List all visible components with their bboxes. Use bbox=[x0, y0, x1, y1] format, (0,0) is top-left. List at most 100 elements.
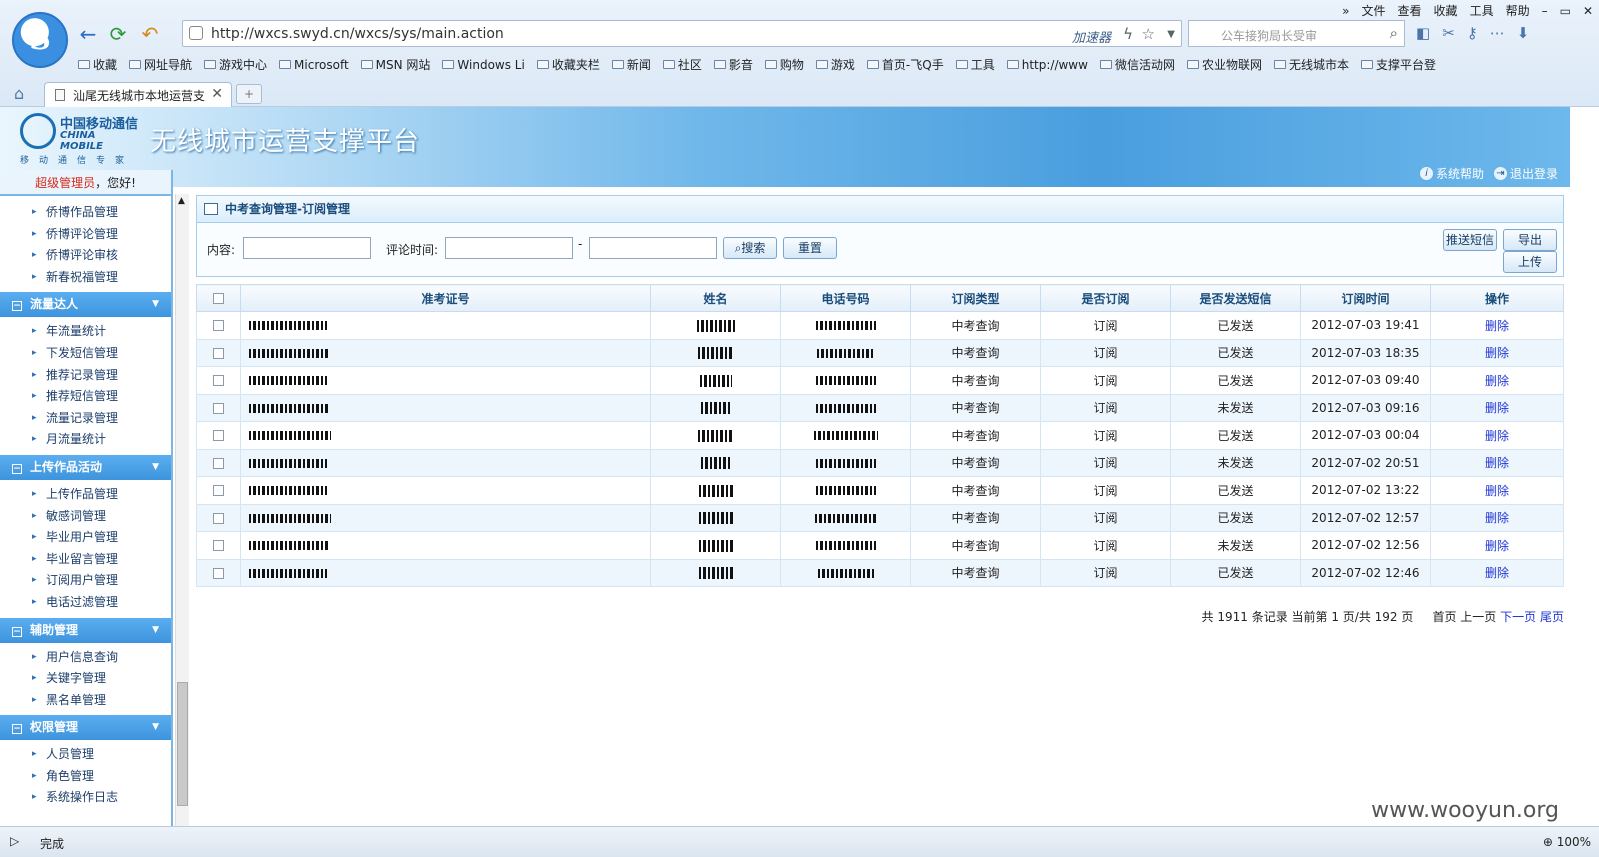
delete-link[interactable]: 删除 bbox=[1485, 511, 1509, 525]
row-checkbox[interactable] bbox=[213, 320, 224, 332]
help-link[interactable]: i 系统帮助 bbox=[1419, 165, 1484, 182]
sidebar-item[interactable]: 人员管理 bbox=[0, 744, 171, 766]
sidebar-item[interactable]: 角色管理 bbox=[0, 766, 171, 788]
delete-link[interactable]: 删除 bbox=[1485, 566, 1509, 580]
bookmark-item[interactable]: http://www bbox=[1006, 56, 1088, 73]
send-sms-button[interactable]: 推送短信 bbox=[1443, 229, 1497, 251]
pin-icon[interactable]: ◧ bbox=[1416, 24, 1430, 42]
sidebar-item[interactable]: 月流量统计 bbox=[0, 429, 171, 451]
menu-view[interactable]: 查看 bbox=[1392, 2, 1428, 20]
sidebar-item[interactable]: 新春祝福管理 bbox=[0, 267, 171, 289]
bookmark-item[interactable]: 购物 bbox=[764, 56, 804, 73]
menu-file[interactable]: 文件 bbox=[1356, 2, 1392, 20]
bookmark-item[interactable]: Microsoft bbox=[279, 56, 349, 73]
row-checkbox[interactable] bbox=[213, 375, 224, 387]
upload-button[interactable]: 上传 bbox=[1503, 251, 1557, 273]
bookmark-item[interactable]: 微信活动网 bbox=[1099, 56, 1175, 73]
reset-button[interactable]: 重置 bbox=[783, 237, 837, 259]
star-icon[interactable]: ☆ bbox=[1142, 25, 1155, 43]
accelerator-label[interactable]: 加速器 bbox=[1072, 27, 1111, 46]
menu-more[interactable]: » bbox=[1336, 2, 1355, 20]
row-checkbox[interactable] bbox=[213, 485, 224, 497]
scroll-up-icon[interactable]: ▲ bbox=[178, 196, 185, 206]
bookmark-item[interactable]: MSN 网站 bbox=[360, 56, 430, 73]
bookmark-item[interactable]: 收藏夹栏 bbox=[536, 56, 600, 73]
search-button[interactable]: ⌕搜索 bbox=[723, 237, 777, 259]
bookmark-item[interactable]: 影音 bbox=[713, 56, 753, 73]
active-tab[interactable]: 汕尾无线城市本地运营支 ✕ bbox=[44, 82, 232, 107]
sidebar-group-header[interactable]: − 流量达人 ▼ bbox=[0, 292, 171, 318]
sidebar-group-header[interactable]: − 辅助管理 ▼ bbox=[0, 617, 171, 643]
sidebar-item[interactable]: 侨博评论管理 bbox=[0, 224, 171, 246]
delete-link[interactable]: 删除 bbox=[1485, 456, 1509, 470]
delete-link[interactable]: 删除 bbox=[1485, 374, 1509, 388]
chevron-down-icon[interactable]: ▼ bbox=[1167, 29, 1175, 40]
delete-link[interactable]: 删除 bbox=[1485, 319, 1509, 333]
sidebar-item[interactable]: 敏感词管理 bbox=[0, 506, 171, 528]
bookmark-item[interactable]: 工具 bbox=[955, 56, 995, 73]
sidebar-scrollbar[interactable]: ▲ bbox=[175, 194, 189, 826]
bookmark-item[interactable]: 农业物联网 bbox=[1186, 56, 1262, 73]
row-checkbox[interactable] bbox=[213, 512, 224, 524]
more-icon[interactable]: ⋯ bbox=[1490, 24, 1505, 42]
bookmark-item[interactable]: 支撑平台登 bbox=[1360, 56, 1436, 73]
zoom-level[interactable]: ⊕ 100% bbox=[1543, 835, 1591, 849]
pager-last[interactable]: 尾页 bbox=[1540, 610, 1564, 624]
menu-favorites[interactable]: 收藏 bbox=[1428, 2, 1464, 20]
logout-link[interactable]: ⇥ 退出登录 bbox=[1493, 165, 1558, 182]
delete-link[interactable]: 删除 bbox=[1485, 346, 1509, 360]
back-icon[interactable]: ← bbox=[76, 24, 100, 44]
bookmark-item[interactable]: 网址导航 bbox=[129, 56, 192, 73]
sidebar-item[interactable]: 上传作品管理 bbox=[0, 484, 171, 506]
download-icon[interactable]: ⬇ bbox=[1517, 24, 1530, 42]
sidebar-item[interactable]: 年流量统计 bbox=[0, 321, 171, 343]
sidebar-item[interactable]: 系统操作日志 bbox=[0, 787, 171, 809]
sidebar-item[interactable]: 关键字管理 bbox=[0, 668, 171, 690]
sidebar-item[interactable]: 毕业留言管理 bbox=[0, 549, 171, 571]
address-bar[interactable]: http://wxcs.swyd.cn/wxcs/sys/main.action… bbox=[182, 20, 1182, 47]
delete-link[interactable]: 删除 bbox=[1485, 401, 1509, 415]
sidebar-item[interactable]: 电话过滤管理 bbox=[0, 592, 171, 614]
row-checkbox[interactable] bbox=[213, 457, 224, 469]
select-all-checkbox[interactable] bbox=[213, 293, 224, 304]
bookmark-item[interactable]: 游戏中心 bbox=[204, 56, 267, 73]
bookmark-item[interactable]: 社区 bbox=[662, 56, 702, 73]
pager-next[interactable]: 下一页 bbox=[1500, 610, 1536, 624]
menu-tools[interactable]: 工具 bbox=[1464, 2, 1500, 20]
menu-help[interactable]: 帮助 bbox=[1500, 2, 1536, 20]
row-checkbox[interactable] bbox=[213, 347, 224, 359]
bookmark-item[interactable]: 游戏 bbox=[815, 56, 855, 73]
minimize-icon[interactable]: – bbox=[1536, 2, 1554, 20]
maximize-icon[interactable]: ▭ bbox=[1554, 2, 1577, 20]
home-icon[interactable]: ⌂ bbox=[14, 84, 24, 103]
key-icon[interactable]: ⚷ bbox=[1467, 24, 1478, 42]
sidebar-item[interactable]: 侨博评论审核 bbox=[0, 245, 171, 267]
sidebar-group-header[interactable]: − 权限管理 ▼ bbox=[0, 715, 171, 741]
close-window-icon[interactable]: ✕ bbox=[1577, 2, 1599, 20]
content-input[interactable] bbox=[243, 237, 371, 259]
bookmark-item[interactable]: Windows Li bbox=[442, 56, 525, 73]
bookmark-item[interactable]: 新闻 bbox=[611, 56, 651, 73]
time-end-input[interactable] bbox=[589, 237, 717, 259]
close-tab-icon[interactable]: ✕ bbox=[211, 86, 223, 102]
row-checkbox[interactable] bbox=[213, 402, 224, 414]
row-checkbox[interactable] bbox=[213, 540, 224, 552]
scrollbar-thumb[interactable] bbox=[177, 682, 188, 806]
browser-search[interactable]: 公车接狗局长受审 ⌕ bbox=[1188, 20, 1405, 47]
refresh-icon[interactable]: ⟳ bbox=[106, 24, 130, 44]
pager-first[interactable]: 首页 bbox=[1432, 610, 1456, 624]
search-icon[interactable]: ⌕ bbox=[1390, 24, 1398, 42]
sidebar-group-header[interactable]: − 上传作品活动 ▼ bbox=[0, 454, 171, 480]
sidebar-item[interactable]: 下发短信管理 bbox=[0, 343, 171, 365]
undo-icon[interactable]: ↶ bbox=[138, 24, 162, 44]
time-start-input[interactable] bbox=[445, 237, 573, 259]
row-checkbox[interactable] bbox=[213, 567, 224, 579]
bookmark-item[interactable]: 收藏 bbox=[78, 56, 117, 73]
row-checkbox[interactable] bbox=[213, 430, 224, 442]
new-tab-button[interactable]: + bbox=[236, 84, 262, 104]
sidebar-item[interactable]: 推荐短信管理 bbox=[0, 386, 171, 408]
bookmark-item[interactable]: 无线城市本 bbox=[1273, 56, 1349, 73]
sidebar-item[interactable]: 毕业用户管理 bbox=[0, 527, 171, 549]
pager-prev[interactable]: 上一页 bbox=[1460, 610, 1496, 624]
url-text[interactable]: http://wxcs.swyd.cn/wxcs/sys/main.action bbox=[211, 26, 504, 42]
